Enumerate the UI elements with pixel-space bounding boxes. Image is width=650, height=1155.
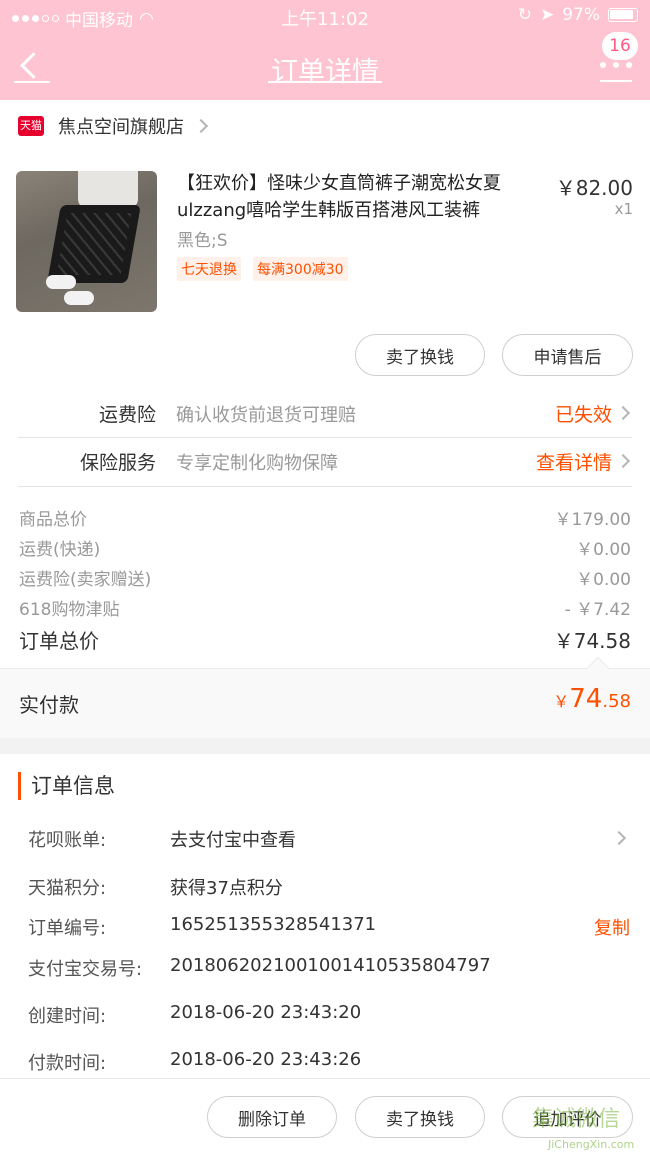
order-number-row: 订单编号: 165251355328541371 复制	[28, 914, 630, 940]
product-quantity: x1	[614, 200, 633, 218]
tmall-icon: 天猫	[18, 116, 44, 136]
notification-badge: 16	[602, 32, 638, 60]
after-sale-button[interactable]: 申请售后	[502, 334, 633, 376]
fee-value: ￥0.00	[576, 570, 631, 590]
huabei-bill-row[interactable]: 花呗账单: 去支付宝中查看	[28, 826, 632, 854]
order-total-label: 订单总价	[19, 629, 99, 653]
location-icon: ➤	[539, 5, 555, 25]
fee-row: 618购物津贴 - ￥7.42	[19, 595, 631, 625]
fee-row: 商品总价 ￥179.00	[19, 505, 631, 535]
order-total-row: 订单总价 ￥74.58	[19, 625, 631, 657]
product-title[interactable]: 【狂欢价】怪味少女直筒裤子潮宽松女夏ulzzang嘻哈学生韩版百搭港风工装裤	[177, 170, 547, 224]
delete-order-button[interactable]: 删除订单	[207, 1096, 337, 1138]
service-label: 运费险	[98, 404, 156, 426]
alipay-trade-row: 支付宝交易号: 2018062021001001410535804797	[28, 955, 491, 980]
fee-label: 运费(快递)	[19, 540, 101, 560]
status-bar: 中国移动 ◠ 上午11:02 ↻ ➤ 97%	[0, 0, 650, 34]
service-status: 已失效	[554, 404, 612, 426]
tag-return: 七天退换	[177, 257, 241, 281]
paid-amount: ￥74.58	[553, 684, 631, 714]
product-thumbnail[interactable]	[16, 171, 157, 312]
paid-amount-box: 实付款 ￥74.58	[0, 656, 650, 738]
insurance-service-row[interactable]: 保险服务 专享定制化购物保障 查看详情	[18, 438, 632, 484]
page-title: 订单详情	[271, 57, 379, 88]
service-label: 保险服务	[79, 452, 156, 474]
product-price: ￥82.00	[555, 176, 633, 200]
tag-discount: 每满300减30	[253, 257, 348, 281]
order-total-value: ￥74.58	[553, 629, 631, 653]
orientation-lock-icon: ↻	[517, 5, 532, 25]
paid-time-row: 付款时间: 2018-06-20 23:43:26	[28, 1049, 362, 1074]
chevron-right-icon	[615, 405, 631, 421]
shipping-insurance-row[interactable]: 运费险 确认收货前退货可理赔 已失效	[18, 390, 632, 436]
section-gap	[0, 738, 650, 754]
watermark-logo: 集诚微信	[532, 1107, 621, 1132]
more-menu-icon[interactable]	[600, 62, 632, 82]
fee-value: ￥179.00	[554, 510, 631, 530]
fee-row: 运费(快递) ￥0.00	[19, 535, 631, 565]
fee-label: 运费险(卖家赠送)	[19, 570, 152, 590]
battery-icon	[608, 8, 638, 22]
chevron-right-icon	[611, 830, 627, 846]
chevron-right-icon	[615, 453, 631, 469]
copy-button[interactable]: 复制	[594, 914, 630, 940]
service-detail-link[interactable]: 查看详情	[536, 448, 612, 475]
fee-label: 商品总价	[19, 510, 87, 530]
fee-row: 运费险(卖家赠送) ￥0.00	[19, 565, 631, 595]
watermark-url: JiChengXin.com	[548, 1138, 635, 1151]
chevron-right-icon	[193, 118, 209, 134]
sell-button-bottom[interactable]: 卖了换钱	[355, 1096, 485, 1138]
fee-value: - ￥7.42	[564, 600, 631, 620]
shop-header[interactable]: 天猫 焦点空间旗舰店	[18, 110, 209, 142]
service-desc: 专享定制化购物保障	[176, 453, 338, 474]
battery-percent: 97%	[562, 5, 600, 25]
status-right: ↻ ➤ 97%	[518, 5, 638, 25]
title-underline	[268, 81, 382, 83]
fee-value: ￥0.00	[576, 540, 631, 560]
paid-label: 实付款	[19, 693, 79, 717]
product-sku: 黑色;S	[177, 231, 228, 251]
divider	[18, 486, 632, 487]
product-tags: 七天退换 每满300减30	[177, 257, 348, 281]
shop-name: 焦点空间旗舰店	[58, 117, 184, 138]
order-info-title: 订单信息	[18, 772, 115, 800]
service-desc: 确认收货前退货可理赔	[176, 405, 356, 426]
nav-bar: 订单详情 16	[0, 32, 650, 100]
points-row: 天猫积分: 获得37点积分	[28, 878, 283, 899]
created-time-row: 创建时间: 2018-06-20 23:43:20	[28, 1002, 362, 1027]
fee-label: 618购物津贴	[19, 600, 120, 620]
sell-button[interactable]: 卖了换钱	[355, 334, 485, 376]
